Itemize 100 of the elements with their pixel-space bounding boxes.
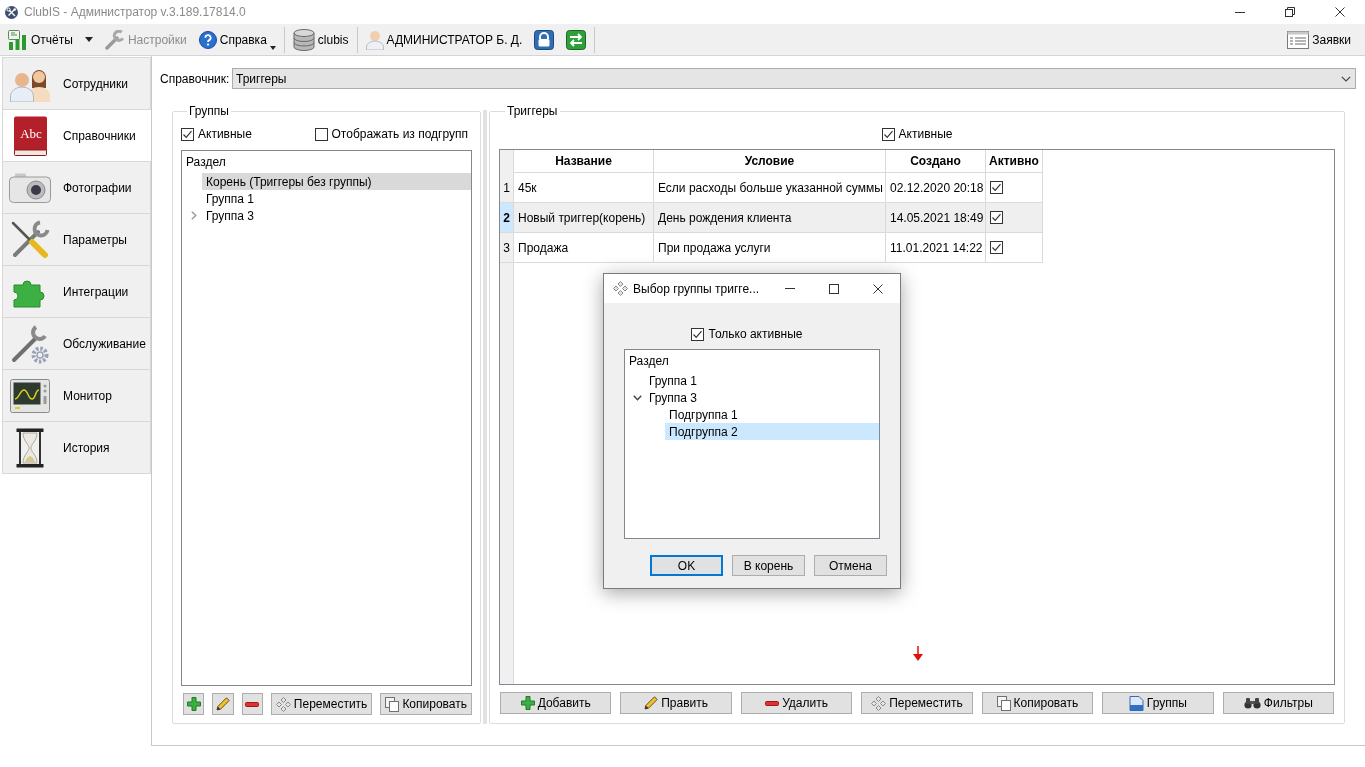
user-icon [365, 29, 384, 50]
checkbox[interactable] [691, 327, 705, 341]
sidebar-item[interactable]: Сотрудники [2, 58, 151, 110]
checkbox-label: Активные [198, 126, 252, 143]
maximize-icon [829, 283, 839, 294]
group-title: Группы [188, 104, 230, 118]
move-button[interactable]: Переместить [861, 692, 973, 714]
table-row[interactable]: 3 Продажа При продажа услуги 11.01.2021 14:22 [500, 233, 1043, 263]
arrows-icon [566, 29, 587, 50]
minus-icon [765, 700, 780, 706]
dialog-button[interactable]: OK [650, 555, 723, 576]
plus-icon [186, 697, 201, 711]
copy-button[interactable]: Копировать [380, 693, 472, 715]
copy-button[interactable]: Копировать [981, 692, 1094, 714]
row-header: 1 [500, 173, 514, 203]
copy-icon [385, 696, 400, 712]
user-button[interactable]: АДМИНИСТРАТОР Б. Д. [363, 26, 525, 53]
sidebar-item[interactable]: Монитор [2, 370, 151, 422]
checkbox-label: Отображать из подгрупп [331, 126, 468, 143]
groups-button[interactable]: Группы [1102, 692, 1214, 714]
edit-button[interactable] [212, 693, 234, 715]
caret-icon [269, 45, 276, 50]
hourglass-icon [16, 427, 44, 468]
wrench-icon [104, 29, 125, 50]
dialog-button[interactable]: Отмена [814, 555, 887, 576]
group-title: Триггеры [506, 104, 559, 118]
camera-icon [9, 172, 51, 203]
minus-icon [245, 701, 260, 707]
bar-chart-icon [8, 29, 28, 50]
tree-item[interactable]: Корень (Триггеры без группы) [202, 173, 471, 190]
delete-button[interactable] [241, 693, 263, 715]
wrench-gear-icon [10, 323, 50, 364]
pencil-icon [215, 697, 230, 711]
tree-item[interactable]: Группа 3 [645, 389, 879, 406]
tree-item[interactable]: Подгруппа 2 [665, 423, 879, 440]
sidebar-item[interactable]: Параметры [2, 214, 151, 266]
tree-item[interactable]: Подгруппа 1 [665, 406, 879, 423]
dialog-button[interactable]: В корень [732, 555, 805, 576]
reports-button[interactable]: Отчёты [6, 26, 75, 53]
monitor-icon [10, 378, 50, 413]
help-button[interactable]: Справка [196, 26, 278, 53]
pencil-icon [644, 696, 659, 710]
checkbox[interactable] [990, 241, 1003, 254]
chevron-down-icon [1341, 75, 1351, 82]
checkbox[interactable] [314, 127, 328, 141]
sidebar-item[interactable]: Обслуживание [2, 318, 151, 370]
table-row[interactable]: 2 Новый триггер(корень) День рождения клиента 14.05.2021 18:49 [500, 203, 1043, 233]
sidebar-item[interactable]: Фотографии [2, 162, 151, 214]
tree-item[interactable]: Группа 1 [202, 190, 471, 207]
move-button[interactable]: Переместить [270, 693, 373, 715]
add-button[interactable]: Добавить [500, 692, 612, 714]
delete-button[interactable]: Удалить [740, 692, 853, 714]
minimize-icon [785, 288, 795, 289]
requests-button[interactable]: Заявки [1285, 26, 1353, 53]
row-header: 3 [500, 233, 514, 263]
checkbox[interactable] [181, 127, 194, 141]
table-row[interactable]: 1 45к Если расходы больше указанной суммы 02.12.2020 20:18 [500, 173, 1043, 203]
restore-icon [1285, 7, 1295, 17]
tree-item[interactable]: Группа 1 [645, 372, 879, 389]
checkbox[interactable] [990, 211, 1003, 224]
checkbox[interactable] [881, 127, 895, 141]
crossed-tools-icon [5, 5, 18, 19]
edit-button[interactable]: Править [620, 692, 732, 714]
directory-label: Справочник: [160, 70, 231, 88]
close-icon [873, 283, 883, 294]
binoculars-icon [1243, 697, 1261, 709]
table-cell: При продажа услуги [654, 233, 886, 263]
table-cell: 11.01.2021 14:22 [886, 233, 986, 263]
sidebar-item[interactable]: Интеграции [2, 266, 151, 318]
checkbox[interactable] [990, 181, 1003, 194]
lock-icon [534, 29, 555, 50]
move-icon [613, 281, 628, 296]
sidebar-item[interactable]: История [2, 422, 151, 474]
caret-icon [84, 37, 93, 42]
tools-icon [10, 219, 50, 260]
list-icon [1287, 30, 1310, 49]
directory-dropdown[interactable]: Триггеры [232, 68, 1356, 89]
table-corner [500, 150, 514, 173]
minimize-icon [1235, 11, 1245, 13]
annotation-arrow-icon [913, 646, 923, 661]
close-icon [1335, 7, 1345, 17]
checkbox-label: Только активные [708, 326, 803, 343]
move-icon [871, 695, 887, 711]
copy-icon [996, 695, 1011, 711]
add-button[interactable] [183, 693, 205, 715]
window-title: ClubIS - Администратор v.3.189.17814.0 [24, 4, 246, 21]
move-icon [275, 696, 291, 712]
document-icon [1128, 695, 1144, 711]
tree-item[interactable]: Группа 3 [202, 207, 471, 224]
database-icon [292, 28, 315, 51]
sidebar-item[interactable]: Abc Справочники [2, 110, 152, 162]
checkbox-label: Активные [898, 126, 953, 143]
column-header: Раздел [186, 154, 226, 171]
plus-icon [520, 696, 535, 710]
filters-button[interactable]: Фильтры [1222, 692, 1334, 714]
row-header: 2 [500, 203, 514, 233]
help-icon [198, 30, 217, 49]
dialog-title: Выбор группы тригге... [633, 280, 760, 298]
database-button[interactable]: clubis [290, 26, 351, 53]
table-cell: Продажа [514, 233, 654, 263]
